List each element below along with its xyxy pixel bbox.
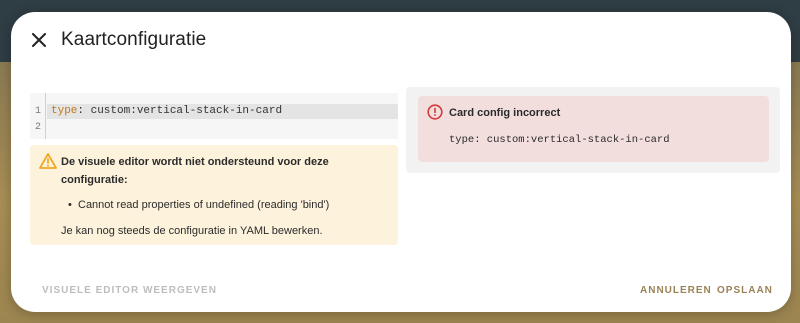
save-button[interactable]: OPSLAAN (717, 285, 773, 296)
error-icon (427, 104, 443, 120)
show-visual-editor-button[interactable]: VISUELE EDITOR WEERGEVEN (42, 285, 217, 296)
dialog-title: Kaartconfiguratie (61, 29, 207, 50)
line-number: 2 (35, 122, 42, 133)
error-card: Card config incorrect type: custom:verti… (418, 96, 769, 162)
card-config-dialog: Kaartconfiguratie 1 2 type: custom:verti… (11, 12, 791, 312)
error-code: type: custom:vertical-stack-in-card (449, 134, 670, 146)
yaml-code-editor[interactable]: 1 2 type: custom:vertical-stack-in-card (30, 93, 398, 139)
line-gutter: 1 2 (30, 93, 46, 139)
warning-heading: De visuele editor wordt niet ondersteund… (61, 156, 329, 186)
warning-icon (39, 153, 57, 169)
yaml-key: type (51, 105, 78, 117)
list-item: • Cannot read properties of undefined (re… (68, 199, 330, 211)
card-preview: Card config incorrect type: custom:verti… (406, 87, 780, 173)
line-number: 1 (35, 106, 42, 117)
error-title: Card config incorrect (449, 107, 561, 119)
warning-footer: Je kan nog steeds de configuratie in YAM… (61, 225, 323, 237)
code-line-1[interactable]: type: custom:vertical-stack-in-card (51, 105, 282, 117)
yaml-value: : custom:vertical-stack-in-card (77, 105, 283, 117)
warning-item-text: Cannot read properties of undefined (rea… (78, 199, 330, 211)
unsupported-editor-warning: De visuele editor wordt niet ondersteund… (30, 145, 398, 245)
cancel-button[interactable]: ANNULEREN (640, 285, 712, 296)
close-icon[interactable] (28, 29, 50, 51)
warning-list: • Cannot read properties of undefined (re… (68, 199, 330, 211)
dialog-header: Kaartconfiguratie (11, 12, 791, 68)
